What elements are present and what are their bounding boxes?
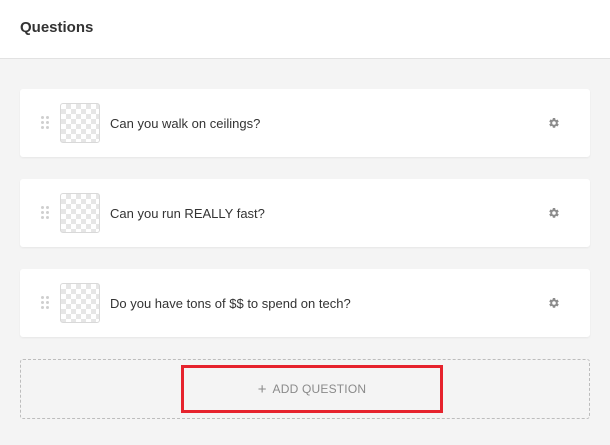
question-card[interactable]: Do you have tons of $$ to spend on tech? (20, 269, 590, 337)
questions-header: Questions (0, 0, 610, 59)
question-image-placeholder[interactable] (60, 103, 100, 143)
drag-handle-icon[interactable] (41, 296, 49, 310)
question-card[interactable]: Can you run REALLY fast? (20, 179, 590, 247)
question-image-placeholder[interactable] (60, 283, 100, 323)
question-text: Do you have tons of $$ to spend on tech? (110, 296, 351, 311)
gear-icon[interactable] (548, 207, 560, 219)
question-image-placeholder[interactable] (60, 193, 100, 233)
gear-icon[interactable] (548, 297, 560, 309)
question-text: Can you walk on ceilings? (110, 116, 261, 131)
plus-icon: + (257, 380, 267, 398)
question-text: Can you run REALLY fast? (110, 206, 265, 221)
add-question-label: ADD QUESTION (272, 382, 367, 396)
gear-icon[interactable] (548, 117, 560, 129)
question-card[interactable]: Can you walk on ceilings? (20, 89, 590, 157)
add-question-dropzone[interactable]: + ADD QUESTION (20, 359, 590, 419)
drag-handle-icon[interactable] (41, 206, 49, 220)
add-question-button[interactable]: + ADD QUESTION (181, 365, 443, 413)
page-title: Questions (20, 19, 94, 36)
drag-handle-icon[interactable] (41, 116, 49, 130)
